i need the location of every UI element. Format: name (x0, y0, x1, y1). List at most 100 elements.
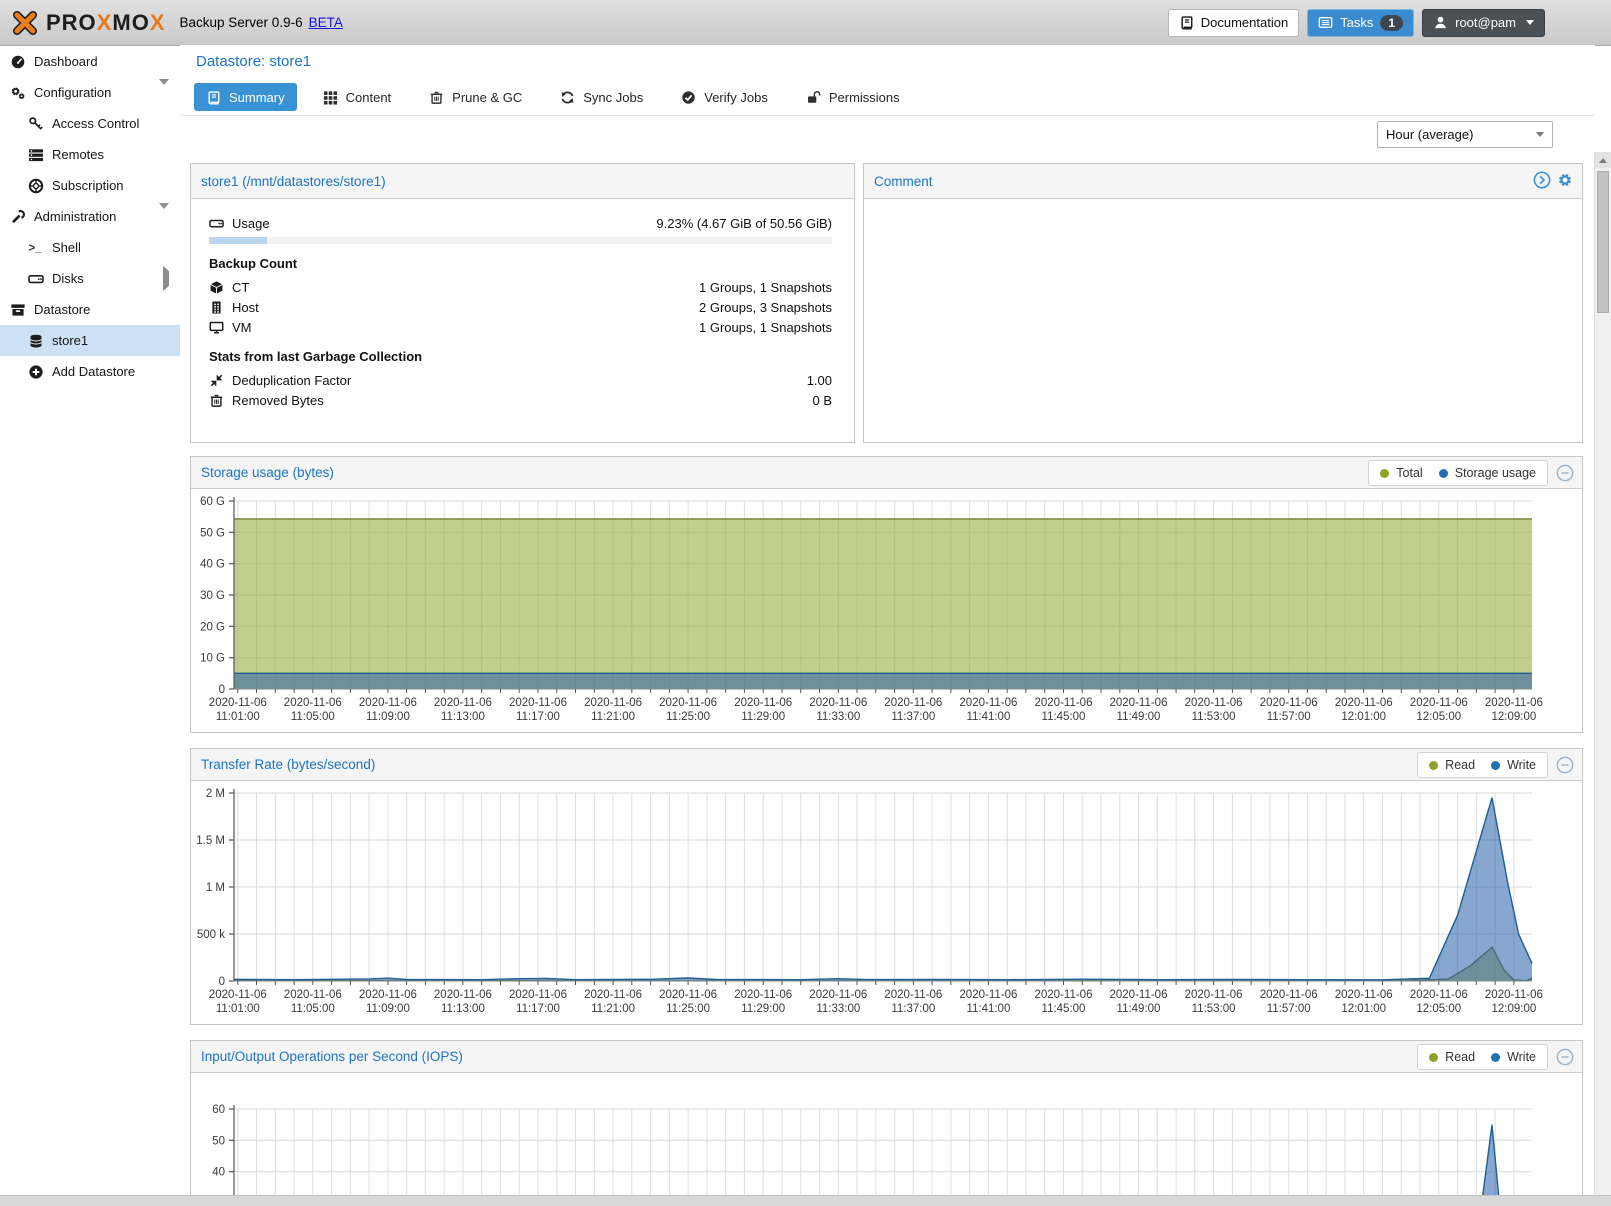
x-tick-date: 2020-11-06 (359, 697, 417, 709)
sidebar-nav: Dashboard ConfigurationAccess ControlRemo… (0, 46, 180, 1196)
beta-link[interactable]: BETA (309, 15, 343, 30)
x-tick-date: 2020-11-06 (884, 989, 942, 1001)
sidebar-item-subscription[interactable]: Subscription (0, 170, 180, 201)
x-tick-date: 2020-11-06 (284, 697, 342, 709)
x-tick-date: 2020-11-06 (584, 989, 642, 1001)
collapse-panel-icon[interactable] (1556, 464, 1574, 482)
trash-icon (209, 393, 224, 408)
x-tick-time: 12:01:00 (1341, 1003, 1386, 1015)
scroll-up-arrow-icon[interactable] (1595, 152, 1611, 168)
panel-title: store1 (/mnt/datastores/store1) (201, 174, 386, 189)
sidebar-item-remotes[interactable]: Remotes (0, 139, 180, 170)
chart-legend: Total Storage usage (1368, 460, 1548, 486)
comment-body[interactable] (864, 199, 1582, 443)
x-tick-time: 11:25:00 (666, 711, 710, 723)
timeframe-select[interactable]: Hour (average) (1377, 121, 1553, 148)
tab-prune-gc[interactable]: Prune & GC (417, 83, 534, 111)
lifering-icon (28, 178, 44, 194)
x-tick-date: 2020-11-06 (734, 989, 792, 1001)
legend-dot-icon (1491, 1053, 1500, 1062)
x-tick-date: 2020-11-06 (1410, 697, 1468, 709)
x-tick-date: 2020-11-06 (434, 697, 492, 709)
gauge-icon (10, 54, 26, 70)
y-tick-label: 2 M (206, 788, 225, 800)
x-tick-time: 11:05:00 (291, 711, 335, 723)
sidebar-item-access-control[interactable]: Access Control (0, 108, 180, 139)
row-value: 1 Groups, 1 Snapshots (699, 280, 832, 295)
y-tick-label: 10 G (200, 653, 225, 665)
legend-item-read[interactable]: Read (1429, 1050, 1475, 1064)
sidebar-item-dashboard[interactable]: Dashboard (0, 46, 180, 77)
tasks-button[interactable]: Tasks 1 (1307, 9, 1414, 37)
book-icon (1179, 15, 1194, 30)
tab-sync-jobs[interactable]: Sync Jobs (548, 83, 655, 111)
chevron-right-circle-icon[interactable] (1533, 171, 1551, 189)
sidebar-item-shell[interactable]: >_Shell (0, 232, 180, 263)
sidebar-item-add-datastore[interactable]: Add Datastore (0, 356, 180, 387)
x-tick-date: 2020-11-06 (1335, 697, 1393, 709)
legend-item-read[interactable]: Read (1429, 758, 1475, 772)
wrench-icon (10, 209, 26, 225)
key-icon (28, 116, 44, 132)
panel-header: Input/Output Operations per Second (IOPS… (191, 1041, 1582, 1073)
tab-content[interactable]: Content (311, 83, 404, 111)
archive-icon (10, 302, 26, 318)
row-value: 9.23% (4.67 GiB of 50.56 GiB) (656, 216, 832, 231)
x-tick-date: 2020-11-06 (659, 697, 717, 709)
chart-plot: 60504030201002020-11-0611:01:002020-11-0… (191, 1073, 1543, 1206)
chevron-right-icon[interactable] (163, 271, 169, 286)
topbar-actions: Documentation Tasks 1 root@pam (1168, 0, 1545, 45)
x-tick-time: 11:53:00 (1192, 1003, 1236, 1015)
documentation-button[interactable]: Documentation (1168, 9, 1299, 37)
scrollbar-thumb[interactable] (1597, 171, 1609, 313)
chart-plot: 2 M1.5 M1 M500 k02020-11-0611:01:002020-… (191, 781, 1543, 1026)
sidebar-item-disks[interactable]: Disks (0, 263, 180, 294)
panel-title: Comment (874, 174, 933, 189)
x-tick-time: 11:01:00 (216, 711, 260, 723)
tab-permissions[interactable]: Permissions (794, 83, 912, 111)
legend-dot-icon (1429, 1053, 1438, 1062)
gc-stats-heading: Stats from last Garbage Collection (209, 349, 832, 364)
tasks-count-badge: 1 (1380, 15, 1403, 31)
legend-label: Read (1445, 758, 1475, 772)
gear-icon[interactable] (1556, 171, 1574, 189)
iops-chart-panel: Input/Output Operations per Second (IOPS… (190, 1040, 1583, 1206)
x-tick-time: 11:57:00 (1267, 711, 1311, 723)
sidebar-item-administration[interactable]: Administration (0, 201, 180, 232)
x-tick-time: 11:17:00 (516, 1003, 560, 1015)
x-tick-time: 12:05:00 (1416, 1003, 1461, 1015)
documentation-label: Documentation (1201, 15, 1288, 30)
tab-bar: Summary Content Prune & GC Sync Jobs Verify … (194, 83, 912, 111)
sidebar-item-store1[interactable]: store1 (0, 325, 180, 356)
x-tick-time: 11:41:00 (966, 711, 1010, 723)
x-tick-date: 2020-11-06 (1035, 989, 1093, 1001)
wordmark-part: X (97, 10, 113, 35)
collapse-panel-icon[interactable] (1556, 1048, 1574, 1066)
chart-plot: 60 G50 G40 G30 G20 G10 G02020-11-0611:01… (191, 489, 1543, 734)
legend-item-total[interactable]: Total (1380, 466, 1422, 480)
trash-icon (429, 90, 444, 105)
tab-verify-jobs[interactable]: Verify Jobs (669, 83, 780, 111)
legend-item-write[interactable]: Write (1491, 1050, 1536, 1064)
chevron-down-icon[interactable] (159, 209, 169, 224)
backup-count-heading: Backup Count (209, 256, 832, 271)
sidebar-item-configuration[interactable]: Configuration (0, 77, 180, 108)
collapse-panel-icon[interactable] (1556, 756, 1574, 774)
bottom-window-edge (0, 1195, 1611, 1206)
vertical-scrollbar[interactable] (1594, 152, 1611, 1196)
legend-label: Total (1396, 466, 1422, 480)
legend-dot-icon (1380, 469, 1389, 478)
panel-header: Transfer Rate (bytes/second)ReadWrite (191, 749, 1582, 781)
legend-item-storage-usage[interactable]: Storage usage (1439, 466, 1536, 480)
legend-item-write[interactable]: Write (1491, 758, 1536, 772)
wordmark-part: MO (112, 10, 149, 35)
x-tick-time: 11:33:00 (816, 1003, 860, 1015)
sidebar-item-datastore[interactable]: Datastore (0, 294, 180, 325)
x-tick-date: 2020-11-06 (1110, 989, 1168, 1001)
row-label: Usage (232, 216, 270, 231)
chevron-down-icon[interactable] (159, 85, 169, 100)
sidebar-item-label: Dashboard (34, 54, 98, 69)
user-menu-button[interactable]: root@pam (1422, 9, 1545, 37)
tab-summary[interactable]: Summary (194, 83, 297, 111)
x-tick-date: 2020-11-06 (584, 697, 642, 709)
